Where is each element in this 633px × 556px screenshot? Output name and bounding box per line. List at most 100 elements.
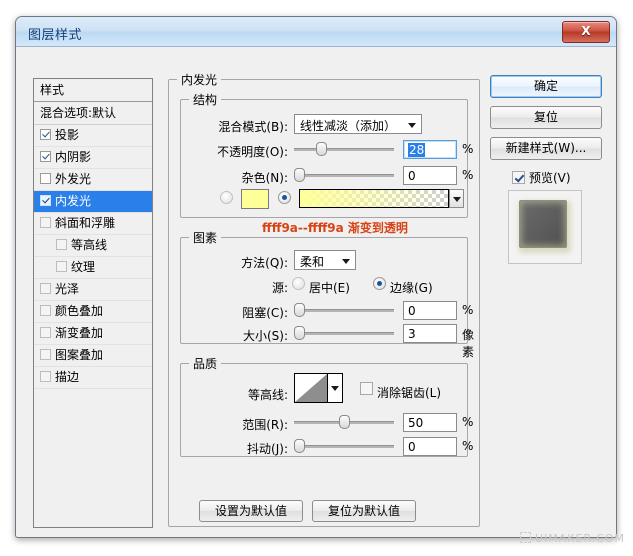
quality-group-title: 品质: [189, 355, 221, 372]
gradient-swatch[interactable]: [299, 189, 449, 208]
preview-label: 预览(V): [529, 171, 571, 185]
opacity-slider-thumb[interactable]: [316, 142, 327, 156]
opacity-value: 28: [408, 143, 425, 157]
range-slider[interactable]: [294, 414, 394, 430]
style-item-8[interactable]: 颜色叠加: [34, 301, 152, 323]
style-item-6[interactable]: 纹理: [34, 257, 152, 279]
style-item-11[interactable]: 描边: [34, 367, 152, 389]
opacity-input[interactable]: 28: [403, 140, 457, 159]
style-item-5[interactable]: 等高线: [34, 235, 152, 257]
contour-swatch[interactable]: [294, 373, 328, 403]
inner-glow-panel: 内发光 结构 混合模式(B): 线性减淡（添加） 不透明度(O): 28 % 杂…: [168, 71, 478, 531]
jitter-slider-track: [294, 445, 394, 448]
style-item-checkbox[interactable]: [40, 129, 51, 140]
watermark-icon: [520, 532, 531, 543]
style-item-checkbox[interactable]: [40, 283, 51, 294]
preview-checkbox[interactable]: [512, 171, 525, 184]
blend-mode-value: 线性减淡（添加）: [300, 117, 396, 134]
style-item-checkbox[interactable]: [40, 217, 51, 228]
style-item-label: 颜色叠加: [55, 304, 103, 318]
blend-mode-label: 混合模式(B):: [190, 118, 288, 135]
source-edge-radio[interactable]: [373, 277, 386, 290]
noise-slider[interactable]: [294, 167, 394, 183]
title-bar[interactable]: 图层样式 X: [16, 17, 616, 47]
style-item-checkbox[interactable]: [40, 151, 51, 162]
technique-label: 方法(Q):: [208, 254, 288, 271]
reset-button[interactable]: 复位: [490, 106, 602, 129]
size-slider-thumb[interactable]: [294, 326, 305, 340]
opacity-slider-track: [294, 148, 394, 151]
style-item-checkbox[interactable]: [56, 239, 67, 250]
style-item-checkbox[interactable]: [40, 371, 51, 382]
source-center-radio[interactable]: [292, 277, 305, 290]
blending-options-row[interactable]: 混合选项:默认: [34, 102, 152, 125]
choke-label: 阻塞(C):: [208, 304, 288, 321]
style-item-label: 纹理: [71, 260, 95, 274]
size-label: 大小(S):: [208, 327, 288, 344]
style-item-label: 光泽: [55, 282, 79, 296]
source-center-label[interactable]: 居中(E): [309, 279, 350, 296]
preview-shape: [519, 200, 567, 248]
style-item-10[interactable]: 图案叠加: [34, 345, 152, 367]
style-item-2[interactable]: 外发光: [34, 169, 152, 191]
antialias-checkbox[interactable]: [360, 382, 373, 395]
new-style-button[interactable]: 新建样式(W)...: [490, 137, 602, 160]
choke-input[interactable]: 0: [403, 301, 457, 320]
jitter-slider-thumb[interactable]: [294, 439, 305, 453]
source-edge-label[interactable]: 边缘(G): [390, 279, 433, 296]
layer-style-dialog: 图层样式 X 样式 混合选项:默认 投影内阴影外发光内发光斜面和浮雕等高线纹理光…: [15, 16, 617, 538]
style-item-4[interactable]: 斜面和浮雕: [34, 213, 152, 235]
style-item-label: 描边: [55, 370, 79, 384]
range-input[interactable]: 50: [403, 413, 457, 432]
jitter-value: 0: [408, 440, 416, 454]
size-input[interactable]: 3: [403, 324, 457, 343]
source-label: 源:: [232, 279, 288, 296]
style-item-7[interactable]: 光泽: [34, 279, 152, 301]
style-item-checkbox[interactable]: [40, 173, 51, 184]
noise-slider-thumb[interactable]: [294, 168, 305, 182]
style-item-0[interactable]: 投影: [34, 125, 152, 147]
gradient-radio[interactable]: [278, 191, 291, 204]
opacity-unit: %: [462, 142, 473, 156]
size-slider[interactable]: [294, 325, 394, 341]
jitter-slider[interactable]: [294, 438, 394, 454]
style-item-checkbox[interactable]: [40, 305, 51, 316]
solid-color-swatch[interactable]: [241, 189, 269, 209]
watermark: UIMAKER.COM: [520, 532, 625, 545]
reset-to-default-button[interactable]: 复位为默认值: [312, 500, 416, 522]
style-item-9[interactable]: 渐变叠加: [34, 323, 152, 345]
style-item-label: 内发光: [55, 194, 91, 208]
style-item-label: 渐变叠加: [55, 326, 103, 340]
style-item-1[interactable]: 内阴影: [34, 147, 152, 169]
styles-list-panel: 样式 混合选项:默认 投影内阴影外发光内发光斜面和浮雕等高线纹理光泽颜色叠加渐变…: [33, 78, 153, 528]
style-item-checkbox[interactable]: [40, 349, 51, 360]
style-item-checkbox[interactable]: [40, 195, 51, 206]
solid-color-radio[interactable]: [220, 191, 233, 204]
blend-mode-select[interactable]: 线性减淡（添加）: [294, 114, 422, 134]
style-item-3[interactable]: 内发光: [34, 191, 152, 213]
choke-value: 0: [408, 304, 416, 318]
jitter-input[interactable]: 0: [403, 437, 457, 456]
contour-picker-button[interactable]: [328, 373, 343, 403]
ok-button[interactable]: 确定: [490, 75, 602, 98]
inner-glow-group-title: 内发光: [177, 71, 221, 88]
style-item-checkbox[interactable]: [56, 261, 67, 272]
preview-row[interactable]: 预览(V): [512, 169, 571, 186]
gradient-picker-button[interactable]: [449, 189, 464, 208]
technique-select[interactable]: 柔和: [294, 250, 356, 270]
preview-thumbnail: [508, 190, 582, 264]
close-button[interactable]: X: [562, 21, 610, 43]
choke-slider-thumb[interactable]: [294, 303, 305, 317]
opacity-slider[interactable]: [294, 141, 394, 157]
style-item-checkbox[interactable]: [40, 327, 51, 338]
dialog-title: 图层样式: [28, 24, 82, 43]
style-item-label: 等高线: [71, 238, 107, 252]
choke-slider[interactable]: [294, 302, 394, 318]
antialias-label[interactable]: 消除锯齿(L): [377, 384, 441, 401]
set-as-default-button[interactable]: 设置为默认值: [199, 500, 303, 522]
noise-input[interactable]: 0: [403, 166, 457, 185]
technique-value: 柔和: [300, 253, 324, 270]
range-slider-thumb[interactable]: [339, 415, 350, 429]
choke-unit: %: [462, 303, 473, 317]
chevron-down-icon: [331, 386, 339, 391]
